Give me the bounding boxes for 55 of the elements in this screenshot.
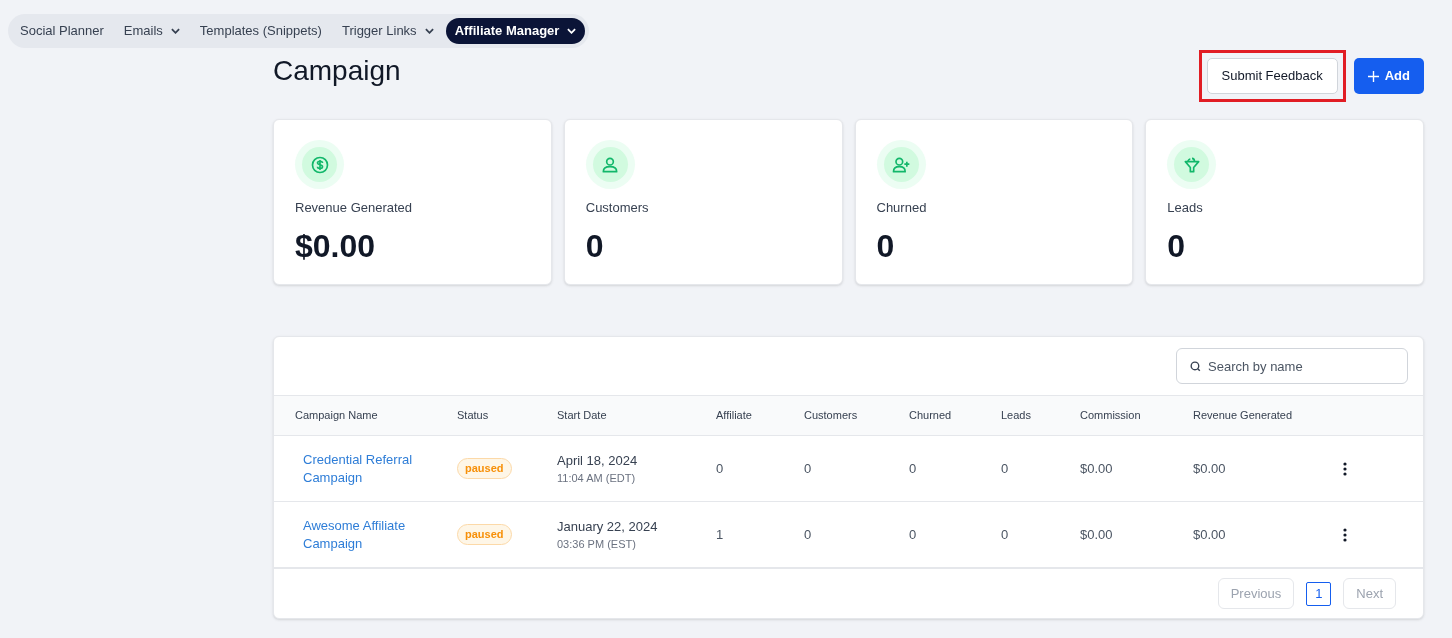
column-header: Campaign Name bbox=[295, 409, 378, 422]
nav-tab[interactable]: Emails bbox=[115, 18, 188, 44]
dollar-icon bbox=[295, 140, 344, 189]
start-time: 03:36 PM (EST) bbox=[557, 537, 637, 552]
stat-label: Revenue Generated bbox=[295, 199, 414, 217]
stat-value: 0 bbox=[876, 226, 896, 266]
page-button[interactable]: 1 bbox=[1306, 581, 1332, 606]
funnel-icon bbox=[1167, 140, 1217, 189]
table-cell: 0 bbox=[804, 460, 812, 476]
nav-tab[interactable]: Affiliate Manager bbox=[445, 18, 586, 44]
table-cell: $0.00 bbox=[1193, 460, 1226, 476]
stat-value: 0 bbox=[585, 226, 605, 266]
stat-label: Leads bbox=[1167, 199, 1204, 217]
search-icon bbox=[1189, 360, 1202, 373]
table-cell: 0 bbox=[804, 526, 812, 542]
campaign-link[interactable]: Awesome Affiliate Campaign bbox=[303, 516, 449, 553]
plus-icon bbox=[1367, 70, 1379, 82]
stat-label: Customers bbox=[585, 199, 650, 217]
submit-feedback-button[interactable]: Submit Feedback bbox=[1206, 58, 1338, 94]
table-cell: 1 bbox=[716, 526, 724, 542]
column-header: Churned bbox=[909, 409, 952, 422]
table-cell: 0 bbox=[909, 460, 917, 476]
table-cell: $0.00 bbox=[1080, 526, 1113, 542]
start-date: January 22, 2024 bbox=[557, 517, 659, 536]
start-time: 11:04 AM (EDT) bbox=[557, 471, 637, 486]
nav-tab[interactable]: Templates (Snippets) bbox=[191, 18, 330, 44]
person-icon bbox=[585, 140, 635, 189]
nav-tab[interactable]: Trigger Links bbox=[333, 18, 442, 44]
column-header: Start Date bbox=[557, 409, 607, 422]
person-plus-icon bbox=[876, 140, 926, 189]
column-header: Affiliate bbox=[716, 409, 752, 422]
column-header: Commission bbox=[1080, 409, 1141, 422]
column-header: Customers bbox=[804, 409, 858, 422]
table-cell: $0.00 bbox=[1193, 526, 1226, 542]
page-title: Campaign bbox=[273, 54, 401, 88]
table-cell: 0 bbox=[716, 460, 724, 476]
search-field[interactable]: Search by name bbox=[1176, 348, 1408, 384]
table-cell: 0 bbox=[1001, 526, 1009, 542]
table-cell: 0 bbox=[1001, 460, 1009, 476]
start-date: April 18, 2024 bbox=[557, 451, 639, 470]
add-button[interactable]: Add bbox=[1353, 58, 1424, 94]
table-cell: 0 bbox=[909, 526, 917, 542]
stat-label: Churned bbox=[876, 199, 928, 217]
column-header: Revenue Generated bbox=[1193, 409, 1293, 422]
nav-tab[interactable]: Social Planner bbox=[12, 18, 112, 44]
status-badge: paused bbox=[457, 458, 512, 479]
status-badge: paused bbox=[457, 524, 512, 545]
table-cell: $0.00 bbox=[1080, 460, 1113, 476]
column-header: Status bbox=[457, 409, 489, 422]
more-options-icon[interactable] bbox=[1343, 527, 1347, 542]
column-header: Leads bbox=[1001, 409, 1031, 422]
stat-value: $0.00 bbox=[295, 226, 377, 266]
campaign-link[interactable]: Credential Referral Campaign bbox=[303, 450, 449, 487]
stat-value: 0 bbox=[1167, 226, 1187, 266]
more-options-icon[interactable] bbox=[1343, 461, 1347, 476]
